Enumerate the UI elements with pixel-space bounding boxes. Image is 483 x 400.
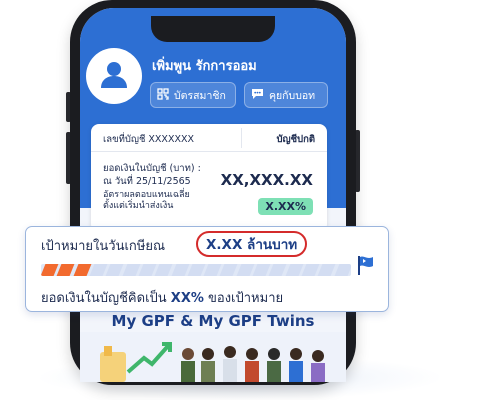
qr-code-icon	[157, 87, 169, 103]
user-name: เพิ่มพูน รักการออม	[152, 59, 257, 74]
progress-segment	[154, 264, 173, 276]
member-card-label: บัตรสมาชิก	[174, 89, 226, 102]
chat-bot-label: คุยกับบอท	[269, 89, 316, 102]
return-label-line: ตั้งแต่เริ่มนำส่งเงิน	[103, 201, 174, 211]
goal-label: เป้าหมายในวันเกษียณ	[41, 239, 166, 254]
progress-segment	[105, 264, 124, 276]
progress-segment	[334, 264, 351, 276]
progress-segment	[187, 264, 206, 276]
user-icon	[97, 57, 131, 95]
return-label: อัตราผลตอบแทนเฉลี่ย ตั้งแต่เริ่มนำส่งเงิ…	[103, 190, 223, 212]
goal-progress-bar	[41, 264, 351, 276]
progress-segment	[317, 264, 337, 276]
progress-segment	[236, 264, 255, 276]
progress-segment	[285, 264, 304, 276]
progress-segment	[171, 264, 190, 276]
promo-title: My GPF & My GPF Twins	[111, 312, 315, 330]
return-rate-badge: X.XX%	[258, 198, 313, 215]
retirement-goal-card[interactable]: เป้าหมายในวันเกษียณ X.XX ล้านบาท ยอดเงิน…	[25, 226, 389, 312]
goal-summary: ยอดเงินในบัญชีคิดเป็น XX% ของเป้าหมาย	[41, 287, 283, 308]
progress-segment	[56, 264, 76, 276]
promo-illustration	[80, 332, 346, 382]
balance-value: XX,XXX.XX	[220, 171, 313, 189]
flag-icon	[354, 253, 378, 277]
stage: เพิ่มพูน รักการออม บัตรสมาชิก คุยกับบอท …	[0, 0, 483, 400]
balance-label: ยอดเงินในบัญชี (บาท) : ณ วันที่ 25/11/25…	[103, 162, 231, 188]
account-card[interactable]: เลขที่บัญชี XXXXXXX บัญชีปกติ ยอดเงินในบ…	[91, 124, 327, 232]
account-number: เลขที่บัญชี XXXXXXX	[103, 134, 194, 145]
member-card-button[interactable]: บัตรสมาชิก	[150, 82, 236, 108]
account-type: บัญชีปกติ	[276, 134, 315, 145]
progress-segment	[268, 264, 288, 276]
balance-date-line: ณ วันที่ 25/11/2565	[103, 176, 191, 187]
chat-bot-button[interactable]: คุยกับบอท	[244, 82, 328, 108]
goal-summary-suffix: ของเป้าหมาย	[208, 291, 284, 306]
return-label-line: อัตราผลตอบแทนเฉลี่ย	[103, 190, 190, 200]
balance-label-line: ยอดเงินในบัญชี (บาท) :	[103, 163, 201, 174]
progress-segment	[220, 264, 239, 276]
phone-notch	[151, 16, 275, 42]
chat-bubble-icon	[251, 88, 264, 103]
goal-summary-prefix: ยอดเงินในบัญชีคิดเป็น	[41, 291, 167, 306]
divider	[241, 128, 242, 148]
progress-segment	[122, 264, 141, 276]
goal-summary-percent: XX%	[170, 291, 204, 306]
progress-segment	[138, 264, 157, 276]
progress-segment	[73, 264, 92, 276]
avatar[interactable]	[86, 48, 142, 104]
goal-amount: X.XX ล้านบาท	[196, 231, 308, 257]
